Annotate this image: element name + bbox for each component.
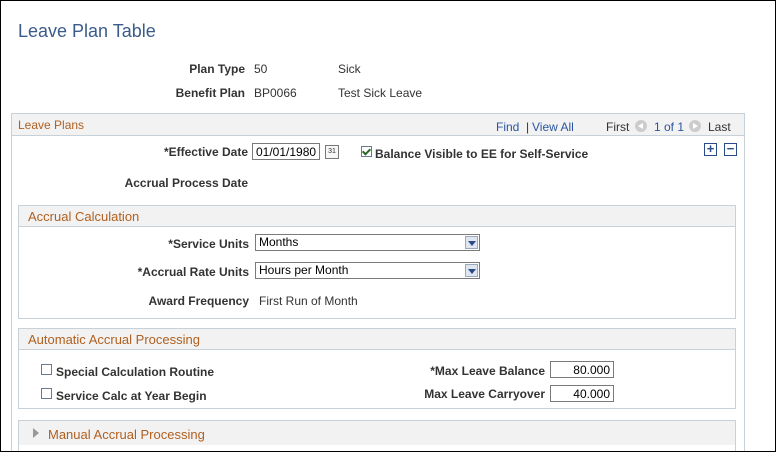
accrual-rate-units-value: Hours per Month bbox=[259, 263, 349, 277]
manual-accrual-title[interactable]: Manual Accrual Processing bbox=[48, 427, 205, 442]
plan-type-code: 50 bbox=[254, 62, 268, 76]
delete-row-button[interactable]: − bbox=[724, 142, 737, 156]
chevron-down-icon bbox=[465, 236, 478, 249]
effective-date-label: *Effective Date bbox=[163, 145, 248, 159]
view-all-link[interactable]: View All bbox=[532, 120, 574, 134]
accrual-calculation-title: Accrual Calculation bbox=[28, 209, 140, 224]
automatic-accrual-title: Automatic Accrual Processing bbox=[28, 332, 200, 347]
page-title: Leave Plan Table bbox=[18, 21, 156, 41]
leave-plans-grid: Leave Plans Find | View All First 1 of 1… bbox=[11, 113, 745, 451]
balance-visible-checkbox[interactable] bbox=[361, 146, 372, 157]
manual-accrual-header[interactable]: Manual Accrual Processing bbox=[19, 421, 735, 445]
automatic-accrual-header: Automatic Accrual Processing bbox=[19, 329, 735, 350]
previous-icon[interactable] bbox=[635, 120, 647, 132]
service-calc-label: Service Calc at Year Begin bbox=[56, 389, 207, 403]
award-frequency-value: First Run of Month bbox=[259, 294, 358, 308]
accrual-rate-units-select[interactable]: Hours per Month bbox=[255, 262, 480, 279]
benefit-plan-label: Benefit Plan bbox=[175, 86, 245, 100]
service-calc-checkbox[interactable] bbox=[41, 388, 52, 399]
accrual-calculation-header: Accrual Calculation bbox=[19, 206, 735, 227]
balance-visible-label: Balance Visible to EE for Self-Service bbox=[375, 147, 589, 161]
add-row-button[interactable]: + bbox=[704, 142, 717, 156]
plan-type-label: Plan Type bbox=[189, 62, 245, 76]
nav-separator: | bbox=[526, 120, 530, 134]
max-leave-carryover-label: Max Leave Carryover bbox=[424, 387, 545, 401]
accrual-rate-units-label: *Accrual Rate Units bbox=[137, 265, 249, 279]
first-label: First bbox=[606, 120, 630, 134]
special-calc-label: Special Calculation Routine bbox=[56, 365, 215, 379]
manual-accrual-section[interactable]: Manual Accrual Processing bbox=[18, 420, 736, 451]
effective-date-input[interactable]: 01/01/1980 bbox=[252, 143, 320, 160]
service-units-label: *Service Units bbox=[168, 237, 249, 251]
accrual-calculation-section: Accrual Calculation *Service Units Month… bbox=[18, 205, 736, 319]
row-position: 1 of 1 bbox=[654, 120, 685, 134]
benefit-plan-code: BP0066 bbox=[254, 86, 297, 100]
service-units-select[interactable]: Months bbox=[255, 234, 480, 251]
automatic-accrual-section: Automatic Accrual Processing Special Cal… bbox=[18, 328, 736, 409]
leave-plans-title: Leave Plans bbox=[18, 118, 85, 132]
max-leave-balance-label: *Max Leave Balance bbox=[430, 364, 545, 378]
next-icon[interactable] bbox=[689, 120, 701, 132]
expand-triangle-icon[interactable] bbox=[33, 428, 39, 438]
max-leave-balance-input[interactable]: 80.000 bbox=[550, 361, 614, 378]
award-frequency-label: Award Frequency bbox=[148, 294, 249, 308]
find-link[interactable]: Find bbox=[496, 120, 519, 134]
leave-plans-header: Leave Plans Find | View All First 1 of 1… bbox=[12, 114, 744, 136]
chevron-down-icon bbox=[465, 264, 478, 277]
plan-type-description: Sick bbox=[338, 62, 361, 76]
benefit-plan-description: Test Sick Leave bbox=[338, 86, 423, 100]
max-leave-carryover-input[interactable]: 40.000 bbox=[550, 385, 614, 402]
page-frame: Leave Plan Table Plan Type 50 Sick Benef… bbox=[0, 0, 776, 452]
service-units-value: Months bbox=[259, 235, 299, 249]
calendar-icon[interactable]: 31 bbox=[325, 145, 339, 159]
last-label: Last bbox=[708, 120, 731, 134]
accrual-process-date-label: Accrual Process Date bbox=[124, 176, 248, 190]
special-calc-checkbox[interactable] bbox=[41, 364, 52, 375]
